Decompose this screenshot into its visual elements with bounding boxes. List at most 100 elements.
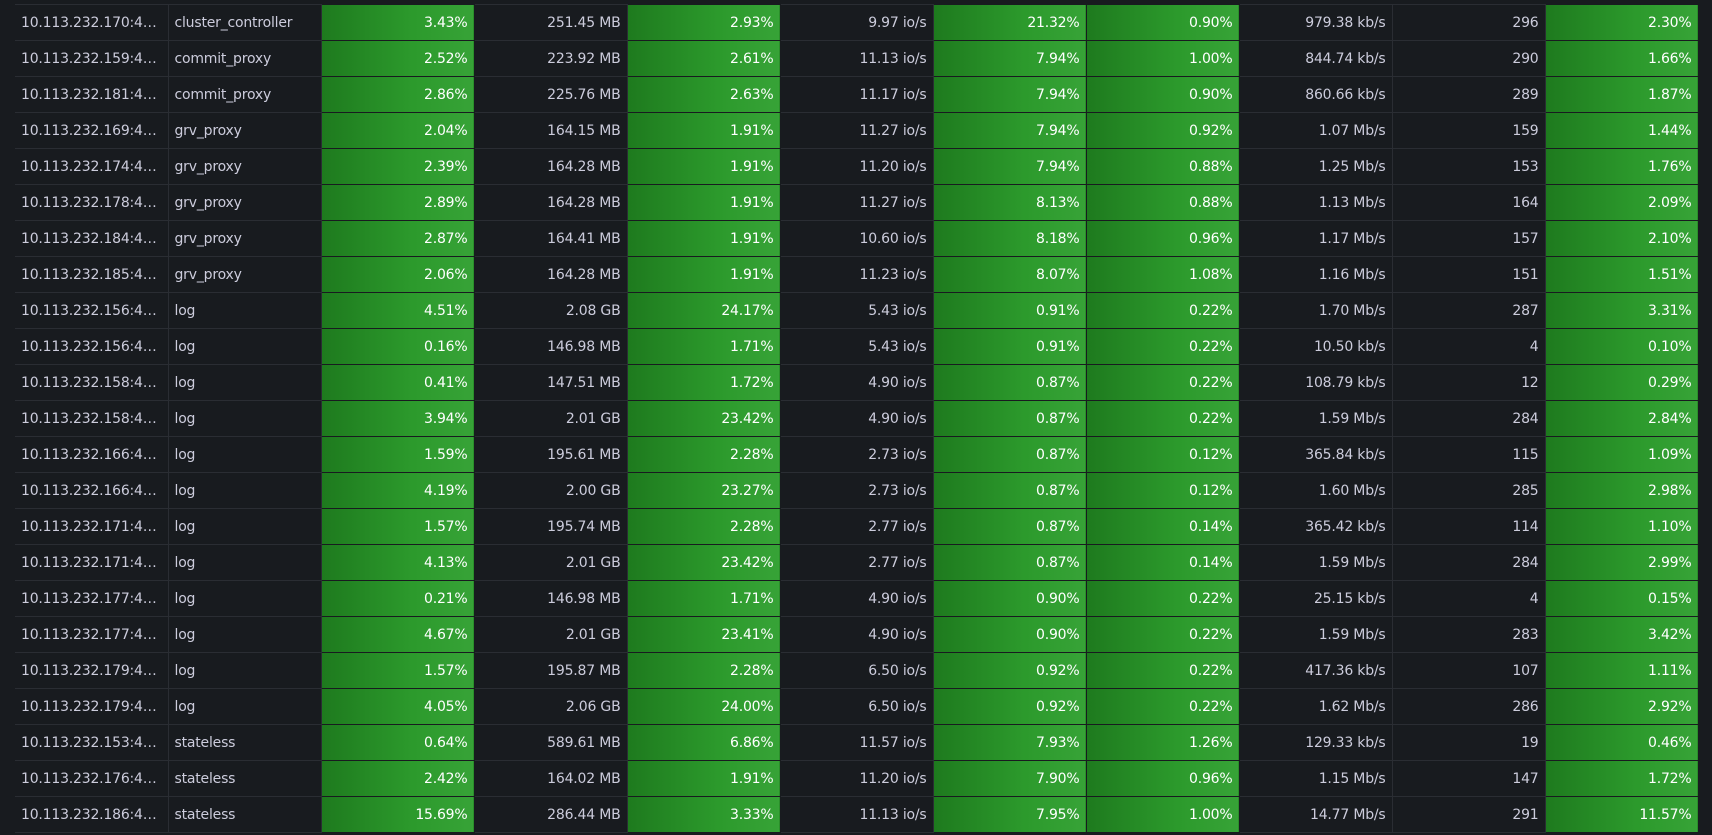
cell-cpu2: 11.57%: [1545, 796, 1699, 833]
table-row[interactable]: 10.113.232.177:45... log 4.67% 2.01 GB 23.41…: [15, 616, 1699, 653]
cell-net-rate: 1.62 Mb/s: [1239, 688, 1393, 725]
cell-disk-pct: 0.14%: [1086, 508, 1240, 545]
cell-role: log: [168, 292, 322, 329]
cell-cpu2: 2.30%: [1545, 4, 1699, 41]
cell-memory: 195.61 MB: [474, 436, 628, 473]
cell-role: log: [168, 472, 322, 509]
cell-cpu2: 1.09%: [1545, 436, 1699, 473]
cell-disk-pct: 0.22%: [1086, 688, 1240, 725]
cell-mem-pct: 23.42%: [627, 544, 781, 581]
table-row[interactable]: 10.113.232.156:45... log 4.51% 2.08 GB 24.17…: [15, 292, 1699, 329]
table-row[interactable]: 10.113.232.178:45... grv_proxy 2.89% 164.28…: [15, 184, 1699, 221]
cell-memory: 2.01 GB: [474, 400, 628, 437]
cell-net-rate: 1.25 Mb/s: [1239, 148, 1393, 185]
table-row[interactable]: 10.113.232.153:45... stateless 0.64% 589.61…: [15, 724, 1699, 761]
cell-conns: 151: [1392, 256, 1546, 293]
cell-memory: 2.01 GB: [474, 616, 628, 653]
cell-disk-pct: 1.08%: [1086, 256, 1240, 293]
cell-cpu: 1.59%: [321, 436, 475, 473]
cell-cpu: 0.41%: [321, 364, 475, 401]
cell-address: 10.113.232.185:45...: [15, 256, 169, 293]
cell-address: 10.113.232.171:45...: [15, 544, 169, 581]
cell-conns: 107: [1392, 652, 1546, 689]
cell-memory: 164.28 MB: [474, 148, 628, 185]
cell-cpu2: 1.72%: [1545, 760, 1699, 797]
cell-net-rate: 10.50 kb/s: [1239, 328, 1393, 365]
table-row[interactable]: 10.113.232.170:45... cluster_controller 3.…: [15, 4, 1699, 41]
cell-cpu: 15.69%: [321, 796, 475, 833]
cell-mem-pct: 3.33%: [627, 796, 781, 833]
cell-cpu: 3.94%: [321, 400, 475, 437]
cell-memory: 286.44 MB: [474, 796, 628, 833]
cell-disk-pct: 0.22%: [1086, 580, 1240, 617]
table-row[interactable]: 10.113.232.166:45... log 4.19% 2.00 GB 23.27…: [15, 472, 1699, 509]
cell-net-rate: 1.17 Mb/s: [1239, 220, 1393, 257]
table-row[interactable]: 10.113.232.184:45... grv_proxy 2.87% 164.41…: [15, 220, 1699, 257]
table-row[interactable]: 10.113.232.169:45... grv_proxy 2.04% 164.15…: [15, 112, 1699, 149]
table-row[interactable]: 10.113.232.158:45... log 3.94% 2.01 GB 23.42…: [15, 400, 1699, 437]
cell-disk-pct: 1.00%: [1086, 40, 1240, 77]
cell-disk-io: 6.50 io/s: [780, 688, 934, 725]
cell-cpu: 2.86%: [321, 76, 475, 113]
cell-disk-io: 6.50 io/s: [780, 652, 934, 689]
cell-cpu: 2.87%: [321, 220, 475, 257]
cell-cpu: 3.43%: [321, 4, 475, 41]
cell-address: 10.113.232.166:45...: [15, 436, 169, 473]
cell-role: log: [168, 652, 322, 689]
cell-memory: 146.98 MB: [474, 580, 628, 617]
cell-net-pct: 8.13%: [933, 184, 1087, 221]
table-row[interactable]: 10.113.232.174:45... grv_proxy 2.39% 164.28…: [15, 148, 1699, 185]
table-row[interactable]: 10.113.232.179:45... log 1.57% 195.87 MB 2.2…: [15, 652, 1699, 689]
cell-role: log: [168, 508, 322, 545]
cell-mem-pct: 2.28%: [627, 652, 781, 689]
cell-disk-pct: 0.96%: [1086, 220, 1240, 257]
cell-role: log: [168, 328, 322, 365]
cell-mem-pct: 24.17%: [627, 292, 781, 329]
table-row[interactable]: 10.113.232.179:45... log 4.05% 2.06 GB 24.00…: [15, 688, 1699, 725]
cell-conns: 287: [1392, 292, 1546, 329]
cell-disk-pct: 0.22%: [1086, 364, 1240, 401]
cell-mem-pct: 23.27%: [627, 472, 781, 509]
cell-address: 10.113.232.177:45...: [15, 580, 169, 617]
table-row[interactable]: 10.113.232.166:45... log 1.59% 195.61 MB 2.2…: [15, 436, 1699, 473]
cell-address: 10.113.232.156:45...: [15, 292, 169, 329]
cell-conns: 153: [1392, 148, 1546, 185]
cell-disk-io: 11.13 io/s: [780, 796, 934, 833]
cell-memory: 2.00 GB: [474, 472, 628, 509]
cell-address: 10.113.232.153:45...: [15, 724, 169, 761]
cell-net-rate: 1.59 Mb/s: [1239, 616, 1393, 653]
cell-address: 10.113.232.179:45...: [15, 652, 169, 689]
cell-role: grv_proxy: [168, 148, 322, 185]
cell-cpu2: 0.10%: [1545, 328, 1699, 365]
table-row[interactable]: 10.113.232.171:4501 log 1.57% 195.74 MB 2.28…: [15, 508, 1699, 545]
cell-memory: 164.15 MB: [474, 112, 628, 149]
cell-net-pct: 8.18%: [933, 220, 1087, 257]
table-row[interactable]: 10.113.232.186:45... stateless 15.69% 286.4…: [15, 796, 1699, 833]
cell-disk-pct: 0.90%: [1086, 4, 1240, 41]
table-row[interactable]: 10.113.232.181:45... commit_proxy 2.86% 225…: [15, 76, 1699, 113]
cell-net-rate: 417.36 kb/s: [1239, 652, 1393, 689]
cell-memory: 146.98 MB: [474, 328, 628, 365]
table-row[interactable]: 10.113.232.159:45... commit_proxy 2.52% 223…: [15, 40, 1699, 77]
table-row[interactable]: 10.113.232.158:45... log 0.41% 147.51 MB 1.7…: [15, 364, 1699, 401]
cell-role: log: [168, 580, 322, 617]
cell-conns: 164: [1392, 184, 1546, 221]
table-row[interactable]: 10.113.232.176:45... stateless 2.42% 164.02…: [15, 760, 1699, 797]
cell-memory: 2.06 GB: [474, 688, 628, 725]
table-row[interactable]: 10.113.232.177:45... log 0.21% 146.98 MB 1.7…: [15, 580, 1699, 617]
cell-disk-io: 9.97 io/s: [780, 4, 934, 41]
table-row[interactable]: 10.113.232.156:45... log 0.16% 146.98 MB 1.7…: [15, 328, 1699, 365]
cell-conns: 4: [1392, 580, 1546, 617]
cell-cpu: 2.42%: [321, 760, 475, 797]
cell-cpu: 2.39%: [321, 148, 475, 185]
table-row[interactable]: 10.113.232.185:45... grv_proxy 2.06% 164.28…: [15, 256, 1699, 293]
cell-cpu2: 1.87%: [1545, 76, 1699, 113]
table-row[interactable]: 10.113.232.171:45... log 4.13% 2.01 GB 23.42…: [15, 544, 1699, 581]
cell-net-rate: 1.59 Mb/s: [1239, 400, 1393, 437]
cell-role: log: [168, 436, 322, 473]
cell-address: 10.113.232.177:45...: [15, 616, 169, 653]
cell-conns: 115: [1392, 436, 1546, 473]
cell-conns: 19: [1392, 724, 1546, 761]
cell-cpu2: 0.15%: [1545, 580, 1699, 617]
cell-disk-pct: 0.22%: [1086, 652, 1240, 689]
